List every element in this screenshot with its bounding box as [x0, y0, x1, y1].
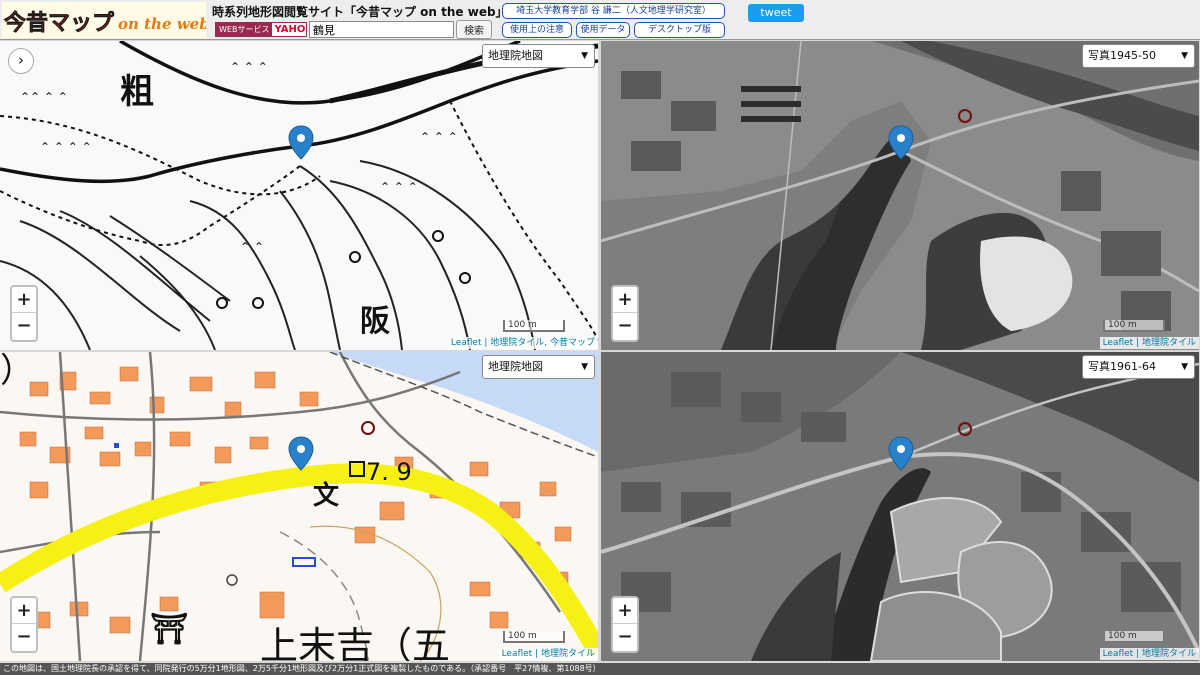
svg-text:阪: 阪 [360, 304, 390, 339]
expand-chevron-icon[interactable]: › [8, 48, 34, 74]
svg-text:⌃ ⌃: ⌃ ⌃ [240, 240, 264, 254]
map-panel-top-right[interactable]: 写真1945-50 ▼ + − 100 m Leaflet | 地理院タイル [601, 41, 1199, 350]
scale-bar: 100 m [503, 320, 565, 332]
chevron-down-icon: ▼ [581, 362, 588, 372]
tile-attribution-link[interactable]: 地理院タイル [541, 649, 595, 659]
map-panel-bottom-left[interactable]: 7. 9 文 ⛩ 上末吉（五 ） 地理院地図 ▼ + − 100 m Leaflet… [0, 352, 598, 661]
chevron-down-icon: ▼ [1181, 362, 1188, 372]
chevron-down-icon: ▼ [1181, 51, 1188, 61]
shrine-symbol-icon: ⛩ [150, 612, 188, 647]
leaflet-link[interactable]: Leaflet [1103, 649, 1134, 659]
site-logo[interactable]: 今昔マップ on the web [2, 2, 206, 38]
tile-attribution-link[interactable]: 地理院タイル, 今昔マップ [490, 338, 595, 348]
badge-brand-label: YAHOO! [274, 24, 306, 35]
usage-data-link[interactable]: 使用データ [576, 22, 630, 38]
elevation-label: 7. 9 [366, 458, 412, 486]
aerial-photo-1961[interactable] [601, 352, 1199, 661]
layer-select-4[interactable]: 写真1961-64 ▼ [1082, 355, 1195, 379]
svg-text:⌃ ⌃ ⌃: ⌃ ⌃ ⌃ [230, 60, 268, 74]
yahoo-badge[interactable]: WEBサービスYAHOO! [215, 22, 307, 37]
attribution: Leaflet | 地理院タイル [1099, 337, 1199, 349]
tile-attribution-link[interactable]: 地理院タイル [1142, 338, 1196, 348]
svg-text:⌃ ⌃ ⌃ ⌃: ⌃ ⌃ ⌃ ⌃ [40, 140, 92, 154]
school-symbol-label: 文 [313, 480, 340, 511]
layer-select-value: 地理院地図 [488, 360, 543, 373]
zoom-in-button[interactable]: + [613, 287, 637, 313]
zoom-in-button[interactable]: + [12, 598, 36, 624]
layer-select-2[interactable]: 写真1945-50 ▼ [1082, 44, 1195, 68]
logo-main-text: 今昔マップ [4, 10, 115, 36]
map-panel-top-left[interactable]: ⌃⌃ ⌃ ⌃ ⌃ ⌃ ⌃ ⌃ ⌃ ⌃ ⌃ ⌃ ⌃ ⌃ ⌃ ⌃ ⌃ ⌃ ⌃ 粗 阪 地理… [0, 41, 598, 350]
logo-sub-text: on the web [118, 15, 206, 33]
area-name-label: 上末吉（五 [260, 624, 450, 661]
zoom-out-button[interactable]: − [12, 313, 36, 339]
svg-text:⌃ ⌃ ⌃: ⌃ ⌃ ⌃ [420, 130, 458, 144]
zoom-out-button[interactable]: − [613, 624, 637, 650]
zoom-in-button[interactable]: + [12, 287, 36, 313]
layer-select-value: 写真1961-64 [1088, 360, 1156, 373]
svg-text:⌃ ⌃ ⌃: ⌃ ⌃ ⌃ [380, 180, 418, 194]
old-topo-map[interactable]: ⌃⌃ ⌃ ⌃ ⌃ ⌃ ⌃ ⌃ ⌃ ⌃ ⌃ ⌃ ⌃ ⌃ ⌃ ⌃ ⌃ ⌃ ⌃ 粗 阪 [0, 41, 598, 350]
copyright-footer: この地図は、国土地理院長の承認を得て、同院発行の5万分1地形図、2万5千分1地形… [0, 663, 1200, 675]
zoom-control-4: + − [611, 596, 639, 653]
zoom-in-button[interactable]: + [613, 598, 637, 624]
attribution: Leaflet | 地理院タイル [1099, 648, 1199, 660]
scale-bar: 100 m [1103, 631, 1165, 643]
svg-text:⌃⌃ ⌃ ⌃: ⌃⌃ ⌃ ⌃ [20, 90, 68, 104]
zoom-control-2: + − [611, 285, 639, 342]
map-panel-bottom-right[interactable]: 写真1961-64 ▼ + − 100 m Leaflet | 地理院タイル [601, 352, 1199, 661]
layer-select-3[interactable]: 地理院地図 ▼ [482, 355, 595, 379]
scale-bar: 100 m [503, 631, 565, 643]
zoom-out-button[interactable]: − [12, 624, 36, 650]
header-bar: 今昔マップ on the web 時系列地形図閲覧サイト「今昔マップ on th… [0, 0, 1200, 40]
zoom-control-3: + − [10, 596, 38, 653]
zoom-out-button[interactable]: − [613, 313, 637, 339]
leaflet-link[interactable]: Leaflet [451, 338, 482, 348]
svg-text:）: ） [0, 352, 34, 391]
gsi-standard-map[interactable]: 7. 9 文 ⛩ 上末吉（五 ） [0, 352, 598, 661]
badge-service-label: WEBサービス [216, 23, 273, 36]
usage-notes-link[interactable]: 使用上の注意 [502, 22, 572, 38]
zoom-control-1: + − [10, 285, 38, 342]
search-input[interactable] [309, 21, 454, 38]
attribution: Leaflet | 地理院タイル, 今昔マップ [447, 337, 598, 349]
chevron-down-icon: ▼ [581, 51, 588, 61]
desktop-version-link[interactable]: デスクトップ版 [634, 22, 725, 38]
layer-select-1[interactable]: 地理院地図 ▼ [482, 44, 595, 68]
tweet-button[interactable]: tweet [748, 4, 804, 22]
layer-select-value: 地理院地図 [488, 49, 543, 62]
site-title: 時系列地形図閲覧サイト「今昔マップ on the web」 [212, 5, 508, 19]
search-button[interactable]: 検索 [456, 20, 492, 39]
author-link[interactable]: 埼玉大学教育学部 谷 謙二（人文地理学研究室） [502, 3, 725, 19]
svg-text:粗: 粗 [120, 72, 154, 112]
attribution: Leaflet | 地理院タイル [498, 648, 598, 660]
layer-select-value: 写真1945-50 [1088, 49, 1156, 62]
leaflet-link[interactable]: Leaflet [502, 649, 533, 659]
tile-attribution-link[interactable]: 地理院タイル [1142, 649, 1196, 659]
scale-bar: 100 m [1103, 320, 1165, 332]
aerial-photo-1945[interactable] [601, 41, 1199, 350]
leaflet-link[interactable]: Leaflet [1103, 338, 1134, 348]
